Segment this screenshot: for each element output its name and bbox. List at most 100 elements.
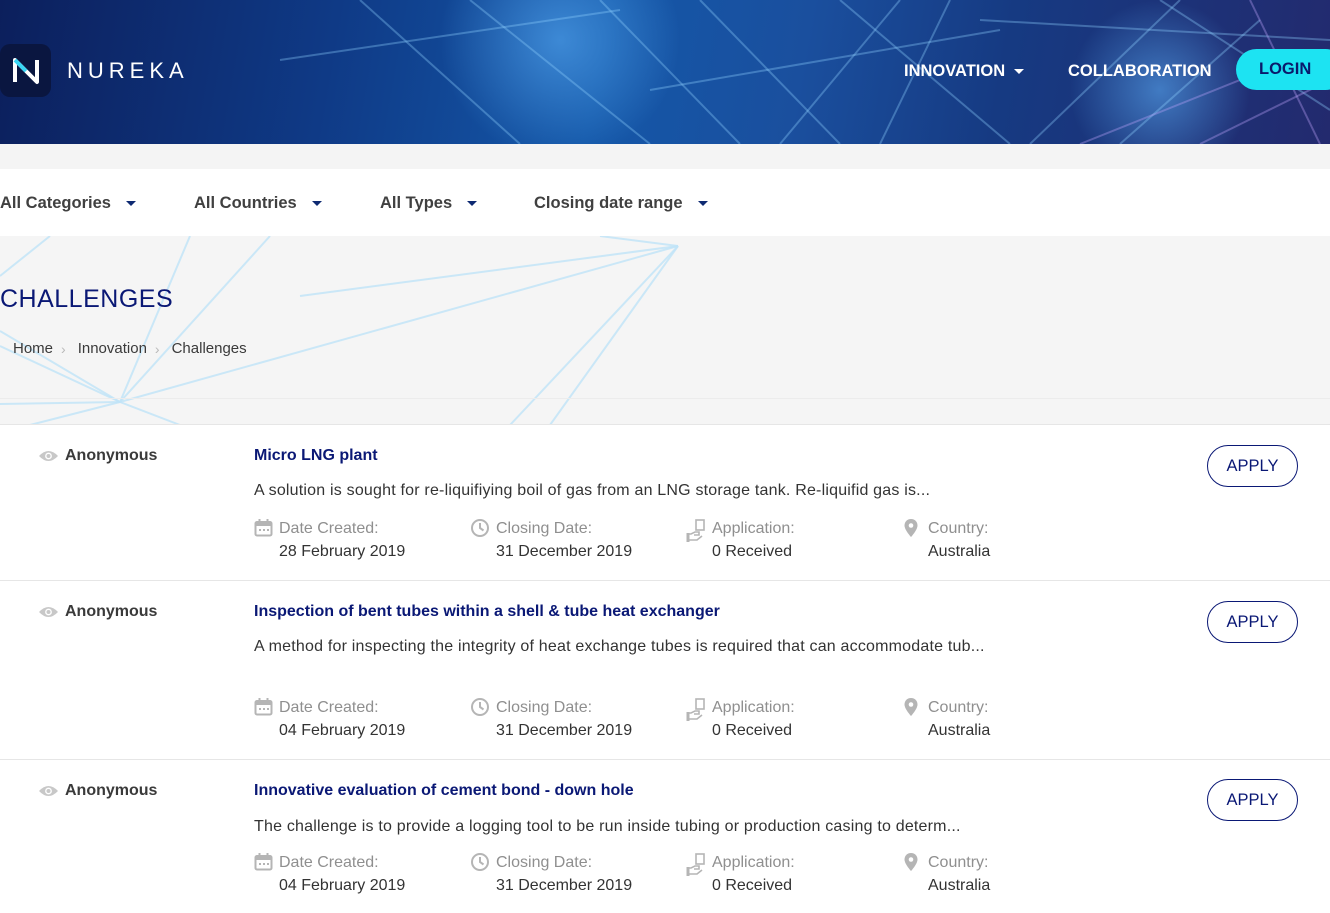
poster-name: Anonymous [65, 603, 158, 620]
closing-date-label: Closing Date: [496, 854, 593, 871]
application-value: 0 Received [712, 543, 793, 560]
closing-date-label: Closing Date: [496, 699, 593, 716]
meta-country: Country: Australia [903, 851, 990, 897]
date-created-value: 04 February 2019 [279, 722, 406, 739]
filter-closing-date-dropdown[interactable]: Closing date range [534, 194, 708, 213]
nav-innovation-label: INNOVATION [904, 62, 1006, 80]
challenge-description: A solution is sought for re-liquifiying … [254, 482, 931, 499]
title-network-background [0, 236, 679, 425]
closing-date-value: 31 December 2019 [496, 722, 633, 739]
meta-date-created: Date Created: 28 February 2019 [254, 517, 405, 563]
page-title-area: CHALLENGES Home › Innovation › Challenge… [0, 236, 1330, 425]
map-pin-icon [904, 698, 918, 716]
hand-document-icon [686, 698, 705, 721]
challenge-row: Anonymous Micro LNG plant A solution is … [0, 424, 1330, 581]
date-created-label: Date Created: [279, 699, 379, 716]
calendar-icon [254, 519, 273, 537]
filter-types-label: All Types [380, 194, 453, 212]
date-created-label: Date Created: [279, 520, 379, 537]
login-button[interactable]: LOGIN [1236, 49, 1330, 90]
site-header: NUREKA INNOVATION COLLABORATION LOGIN [0, 0, 1330, 144]
poster-name: Anonymous [65, 447, 158, 464]
country-value: Australia [928, 877, 991, 894]
page-title: CHALLENGES [0, 285, 174, 313]
hand-document-icon [686, 853, 705, 876]
application-value: 0 Received [712, 877, 793, 894]
nav-collaboration-label: COLLABORATION [1068, 62, 1212, 80]
apply-button[interactable]: APPLY [1207, 601, 1298, 643]
hand-document-icon [686, 519, 705, 542]
filter-closing-date-label: Closing date range [534, 194, 683, 212]
country-value: Australia [928, 722, 991, 739]
caret-down-icon [1014, 69, 1025, 74]
country-label: Country: [928, 520, 989, 537]
caret-down-icon [467, 201, 478, 206]
nav-collaboration[interactable]: COLLABORATION [1068, 62, 1212, 81]
meta-date-created: Date Created: 04 February 2019 [254, 851, 405, 897]
challenge-poster: Anonymous [38, 782, 157, 800]
eye-icon [39, 786, 58, 796]
apply-button[interactable]: APPLY [1207, 445, 1298, 487]
meta-closing-date: Closing Date: 31 December 2019 [470, 851, 632, 897]
poster-name: Anonymous [65, 782, 158, 799]
challenge-title-link[interactable]: Micro LNG plant [254, 447, 378, 465]
brand-name: NUREKA [67, 57, 189, 83]
clock-icon [471, 853, 489, 871]
filter-types-dropdown[interactable]: All Types [380, 194, 478, 213]
eye-icon [39, 451, 58, 461]
breadcrumb: Home › Innovation › Challenges [13, 340, 247, 357]
breadcrumb-home[interactable]: Home [13, 340, 53, 357]
closing-date-label: Closing Date: [496, 520, 593, 537]
nureka-logo-mark-icon [0, 44, 51, 97]
chevron-right-icon: › [61, 340, 66, 357]
country-label: Country: [928, 699, 989, 716]
meta-country: Country: Australia [903, 696, 990, 742]
date-created-value: 04 February 2019 [279, 877, 406, 894]
caret-down-icon [697, 201, 708, 206]
meta-closing-date: Closing Date: 31 December 2019 [470, 696, 632, 742]
challenge-row: Anonymous Inspection of bent tubes withi… [0, 580, 1330, 760]
filter-countries-dropdown[interactable]: All Countries [194, 194, 322, 213]
chevron-right-icon: › [154, 340, 160, 357]
apply-button[interactable]: APPLY [1207, 779, 1298, 821]
closing-date-value: 31 December 2019 [496, 877, 633, 894]
challenge-title-link[interactable]: Innovative evaluation of cement bond - d… [254, 782, 634, 800]
meta-application: Application: 0 Received [686, 517, 795, 563]
breadcrumb-current: Challenges [171, 340, 247, 357]
challenge-row: Anonymous Innovative evaluation of cemen… [0, 759, 1330, 913]
nureka-logo[interactable]: NUREKA [0, 44, 189, 97]
challenge-poster: Anonymous [38, 447, 157, 465]
country-label: Country: [928, 854, 989, 871]
filter-countries-label: All Countries [194, 194, 297, 212]
divider [0, 398, 1330, 399]
calendar-icon [254, 698, 273, 716]
caret-down-icon [125, 201, 136, 206]
map-pin-icon [904, 519, 918, 537]
challenge-description: A method for inspecting the integrity of… [254, 638, 985, 655]
challenge-title-link[interactable]: Inspection of bent tubes within a shell … [254, 603, 720, 621]
challenge-poster: Anonymous [38, 603, 157, 621]
meta-closing-date: Closing Date: 31 December 2019 [470, 517, 632, 563]
filter-categories-label: All Categories [0, 194, 111, 212]
meta-application: Application: 0 Received [686, 851, 795, 897]
date-created-value: 28 February 2019 [279, 543, 406, 560]
nav-innovation[interactable]: INNOVATION [904, 62, 1025, 81]
application-label: Application: [712, 854, 795, 871]
map-pin-icon [904, 853, 918, 871]
header-spacer [0, 144, 1330, 169]
meta-country: Country: Australia [903, 517, 990, 563]
clock-icon [471, 698, 489, 716]
meta-date-created: Date Created: 04 February 2019 [254, 696, 405, 742]
breadcrumb-innovation[interactable]: Innovation [78, 340, 147, 357]
application-label: Application: [712, 520, 795, 537]
clock-icon [471, 519, 489, 537]
filter-categories-dropdown[interactable]: All Categories [0, 194, 136, 213]
application-label: Application: [712, 699, 795, 716]
application-value: 0 Received [712, 722, 793, 739]
eye-icon [39, 607, 58, 617]
filter-bar: All Categories All Countries All Types C… [0, 169, 1330, 236]
country-value: Australia [928, 543, 991, 560]
date-created-label: Date Created: [279, 854, 379, 871]
meta-application: Application: 0 Received [686, 696, 795, 742]
closing-date-value: 31 December 2019 [496, 543, 633, 560]
